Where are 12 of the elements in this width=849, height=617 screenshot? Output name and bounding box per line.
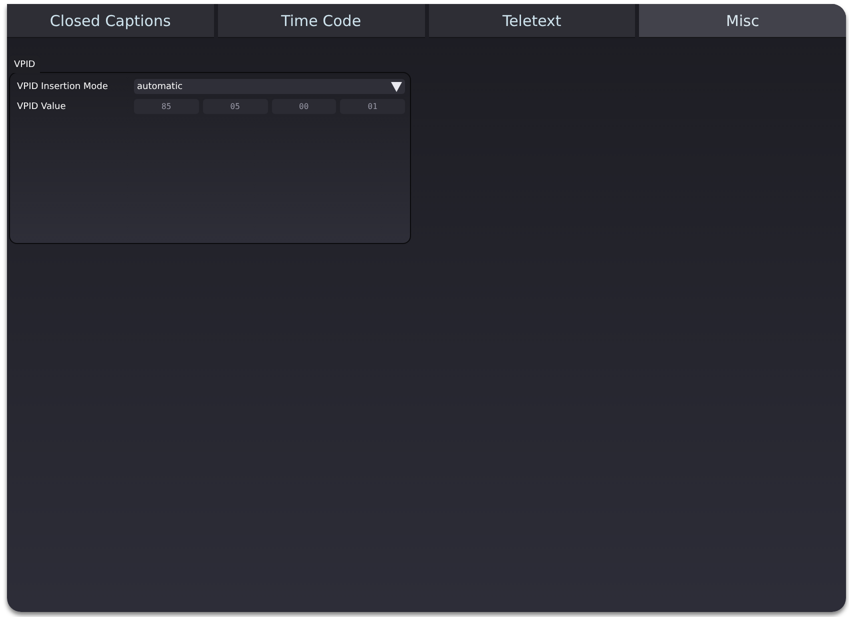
byte-field[interactable]: 85 xyxy=(134,99,199,114)
field-label: VPID Insertion Mode xyxy=(16,82,109,92)
byte-field[interactable]: 00 xyxy=(272,99,336,114)
field-label: VPID Value xyxy=(16,102,67,112)
tab[interactable]: Time Code xyxy=(218,4,424,38)
tab[interactable]: Closed Captions xyxy=(7,4,214,38)
byte-field[interactable]: 05 xyxy=(202,99,268,114)
byte-field[interactable]: 01 xyxy=(340,99,405,114)
mode-dropdown[interactable]: automatic xyxy=(134,79,405,94)
tab[interactable]: Teletext xyxy=(428,4,636,38)
tab[interactable]: Misc xyxy=(639,4,846,38)
caret-icon xyxy=(391,82,402,92)
